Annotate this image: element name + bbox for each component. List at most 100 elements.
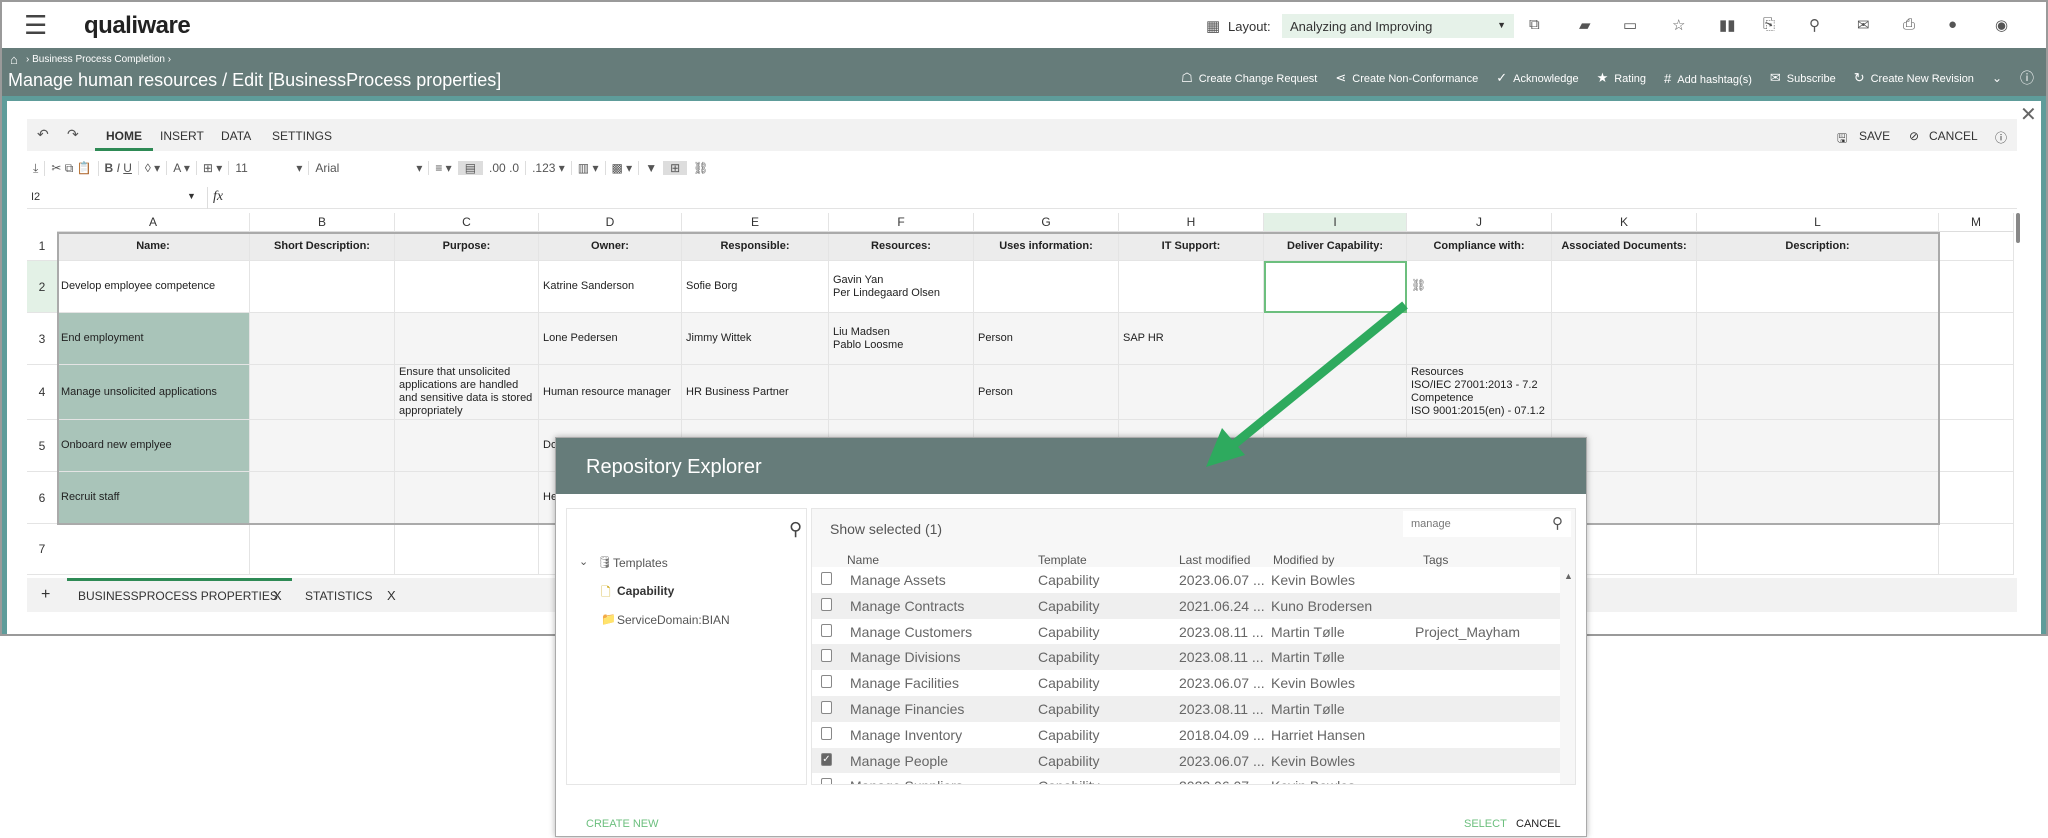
tab-insert[interactable]: INSERT (160, 129, 204, 143)
grid-cell[interactable]: End employment (57, 313, 250, 365)
column-header-I[interactable]: I (1264, 213, 1407, 232)
grid-cell[interactable] (1119, 365, 1264, 420)
grid-cell[interactable] (1697, 524, 1939, 575)
column-header-K[interactable]: K (1552, 213, 1697, 232)
close-sheet-icon[interactable]: X (387, 588, 396, 603)
header-cell[interactable]: Purpose: (395, 232, 539, 261)
grid-cell[interactable]: Jimmy Wittek (682, 313, 829, 365)
column-header-M[interactable]: M (1939, 213, 2014, 232)
header-cell[interactable]: Responsible: (682, 232, 829, 261)
grid-cell[interactable] (1552, 313, 1697, 365)
cancel-icon[interactable]: ⊘ (1909, 129, 1919, 143)
action-rating[interactable]: ★ Rating (1597, 70, 1646, 86)
grid-cell[interactable] (974, 261, 1119, 313)
column-header-tags[interactable]: Tags (1423, 553, 1448, 567)
row-header-4[interactable]: 4 (27, 365, 57, 420)
action-create-non-conformance[interactable]: ⋖ Create Non-Conformance (1335, 70, 1478, 86)
grid-cell[interactable] (1939, 365, 2014, 420)
home-icon[interactable]: ⌂ (10, 52, 18, 67)
column-header-template[interactable]: Template (1038, 553, 1087, 567)
column-header-last-modified[interactable]: Last modified (1179, 553, 1250, 567)
save-icon[interactable]: 🖫 (1837, 129, 1847, 150)
merge-icon[interactable]: ▥ ▾ (572, 161, 606, 175)
grid-cell[interactable]: Person (974, 313, 1119, 365)
checkbox[interactable] (821, 675, 832, 689)
checkbox[interactable] (821, 726, 832, 740)
list-item[interactable]: Manage Financies Capability 2023.08.11 ...… (812, 696, 1560, 722)
search-icon[interactable]: ⚲ (789, 519, 802, 540)
header-cell[interactable]: Uses information: (974, 232, 1119, 261)
more-chevron-icon[interactable]: ⌄ (1992, 71, 2002, 85)
grid-cell[interactable]: Lone Pedersen (539, 313, 682, 365)
checkbox[interactable] (821, 623, 832, 637)
grid-cell[interactable] (395, 420, 539, 472)
download-icon[interactable]: ⤓ (27, 160, 46, 176)
column-header-G[interactable]: G (974, 213, 1119, 232)
search-icon[interactable]: ⚲ (1809, 16, 1820, 34)
compare-icon[interactable]: ▮▮ (1719, 16, 1736, 34)
column-header-J[interactable]: J (1407, 213, 1552, 232)
grid-cell[interactable] (1407, 313, 1552, 365)
print-icon[interactable]: ⎙ (1903, 16, 1915, 33)
action-add-hashtag-s-[interactable]: # Add hashtag(s) (1664, 71, 1752, 86)
presentation-icon[interactable]: ▭ (1623, 16, 1637, 34)
header-cell[interactable]: Name: (57, 232, 250, 261)
grid-cell[interactable] (1697, 472, 1939, 524)
grid-cell[interactable] (1697, 313, 1939, 365)
grid-cell[interactable] (250, 472, 395, 524)
grid-cell[interactable] (1939, 420, 2014, 472)
fill-color-icon[interactable]: ◊ ▾ (139, 161, 168, 175)
number-format-select[interactable]: .123 ▾ (526, 161, 572, 175)
checkbox[interactable] (821, 572, 832, 585)
tree-item-capability[interactable]: Capability (617, 584, 674, 598)
column-header-modified-by[interactable]: Modified by (1273, 553, 1334, 567)
grid-cell[interactable]: Gavin Yan Per Lindegaard Olsen (829, 261, 974, 313)
grid-cell[interactable] (1939, 313, 2014, 365)
cut-copy-paste-icons[interactable]: ✂ ⧉ 📋 (45, 160, 99, 176)
grid-cell[interactable] (395, 261, 539, 313)
grid-cell[interactable] (250, 524, 395, 575)
grid-cell[interactable] (1407, 261, 1552, 313)
create-new-button[interactable]: CREATE NEW (586, 818, 659, 830)
layout-select[interactable]: Analyzing and Improving ▼ (1282, 14, 1514, 38)
column-header-H[interactable]: H (1119, 213, 1264, 232)
grid-cell[interactable] (395, 313, 539, 365)
grid-cell[interactable] (395, 524, 539, 575)
list-item[interactable]: ✓ Manage People Capability 2023.06.07 ... Ke… (812, 747, 1560, 774)
header-cell[interactable]: Compliance with: (1407, 232, 1552, 261)
font-name-select[interactable]: Arial ▾ (309, 161, 430, 175)
grid-cell[interactable] (1697, 365, 1939, 420)
grid-cell[interactable] (250, 420, 395, 472)
cancel-button[interactable]: CANCEL (1929, 129, 1978, 143)
column-header-E[interactable]: E (682, 213, 829, 232)
grid-cell[interactable] (1939, 524, 2014, 575)
tree-item-templates[interactable]: Templates (613, 556, 668, 570)
search-icon[interactable]: ⚲ (1552, 514, 1563, 532)
save-button[interactable]: SAVE (1859, 129, 1890, 143)
column-header-C[interactable]: C (395, 213, 539, 232)
filter-icon[interactable]: ▼ (639, 161, 665, 175)
scroll-up-arrow-icon[interactable]: ▲ (1564, 571, 1573, 581)
row-header-6[interactable]: 6 (27, 472, 57, 524)
action-create-new-revision[interactable]: ↻ Create New Revision (1854, 70, 1974, 86)
grid-cell[interactable]: Ensure that unsolicited applications are… (395, 365, 539, 420)
tab-home[interactable]: HOME (106, 129, 142, 143)
cancel-button[interactable]: CANCEL (1516, 818, 1561, 830)
copy-icon[interactable]: ⎘ (1763, 16, 1775, 33)
info-icon[interactable]: ⓘ (2020, 68, 2034, 88)
grid-cell[interactable]: SAP HR (1119, 313, 1264, 365)
checkbox[interactable] (821, 778, 832, 784)
row-header-1[interactable]: 1 (27, 232, 57, 261)
grid-cell[interactable]: Liu Madsen Pablo Loosme (829, 313, 974, 365)
grid-cell[interactable] (1264, 365, 1407, 420)
grid-cell[interactable] (395, 472, 539, 524)
tab-settings[interactable]: SETTINGS (272, 129, 332, 143)
action-subscribe[interactable]: ✉ Subscribe (1770, 70, 1836, 86)
grid-cell[interactable] (1264, 313, 1407, 365)
column-header-L[interactable]: L (1697, 213, 1939, 232)
tab-data[interactable]: DATA (221, 129, 251, 143)
list-item[interactable]: Manage Divisions Capability 2023.08.11 ...… (812, 644, 1560, 671)
text-style-icons[interactable]: B I U (99, 161, 139, 175)
borders-icon[interactable]: ⊞ ▾ (197, 161, 230, 175)
grid-cell[interactable] (1552, 365, 1697, 420)
